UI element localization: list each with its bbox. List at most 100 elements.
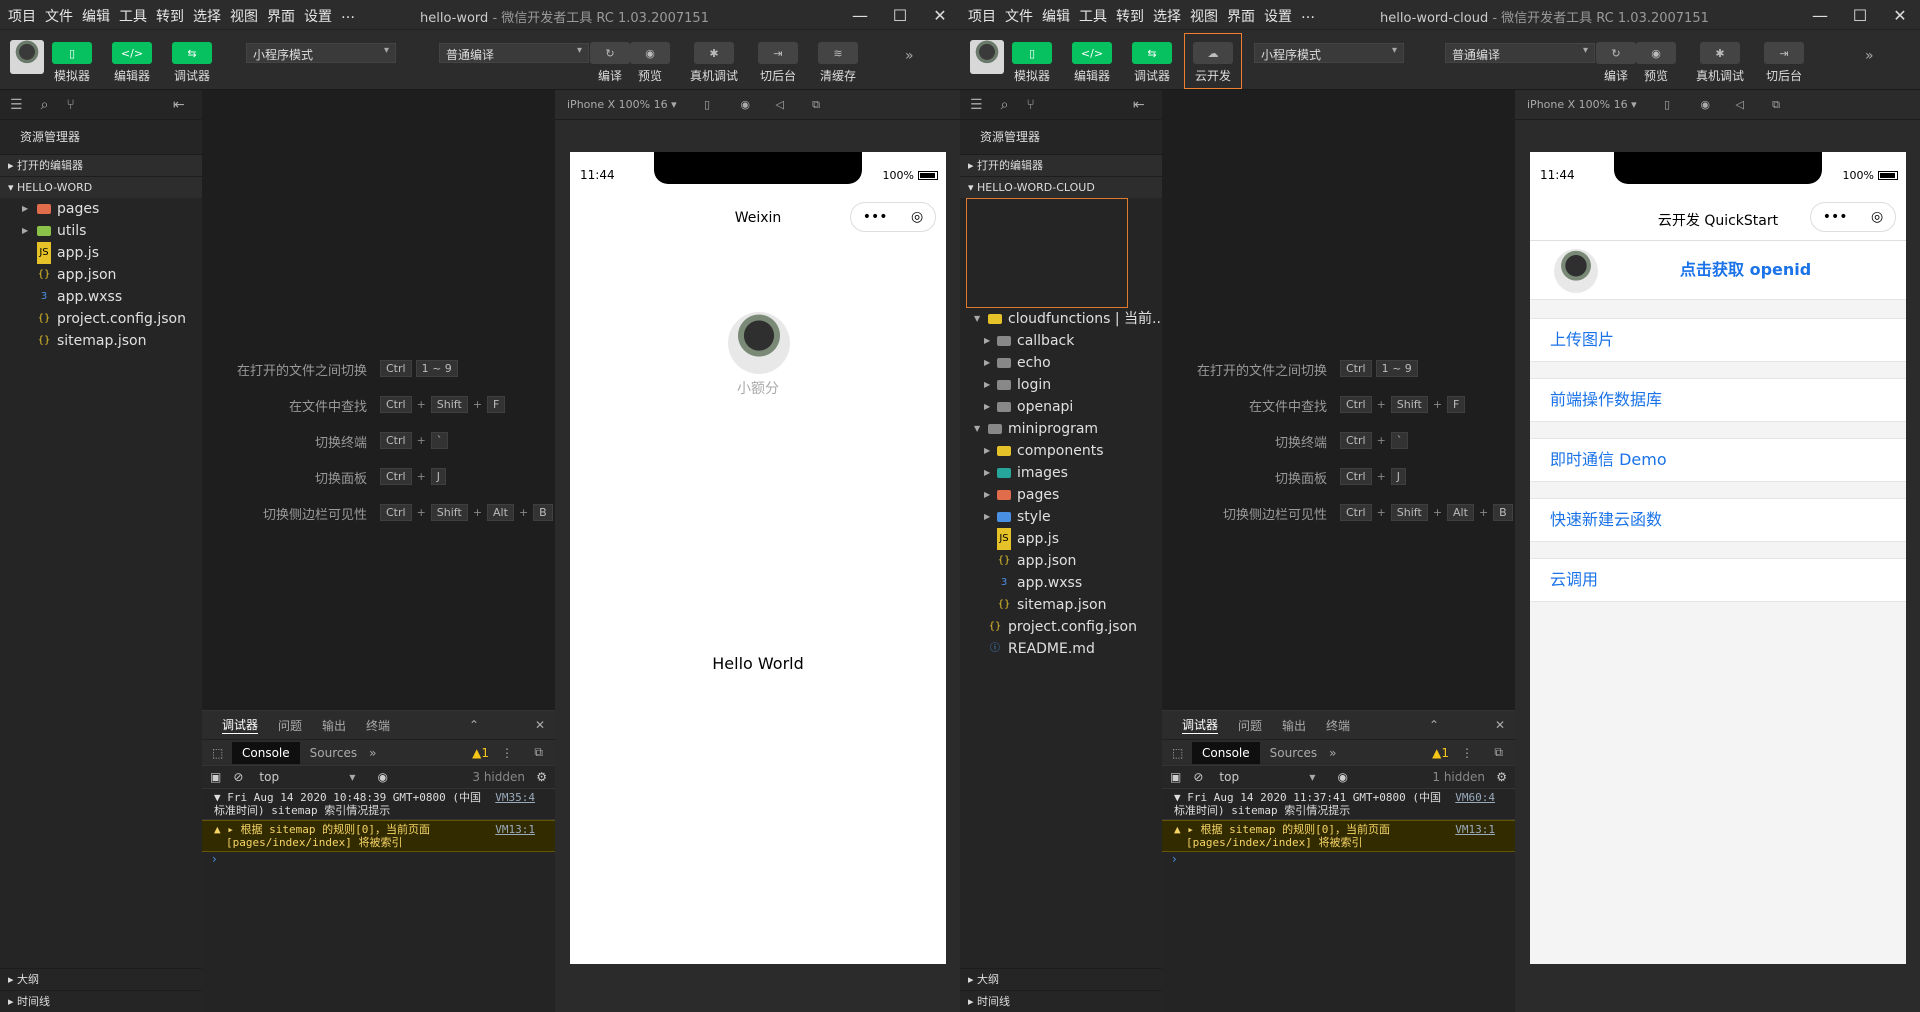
kebab-icon[interactable]: ⋮ — [1461, 746, 1473, 760]
menu-more[interactable]: … — [341, 6, 355, 26]
user-avatar[interactable] — [728, 312, 790, 374]
menu-tools[interactable]: 工具 — [119, 6, 147, 26]
branch-icon[interactable]: ⑂ — [1026, 97, 1034, 113]
mode-select[interactable]: 小程序模式 — [246, 43, 396, 63]
warning-count[interactable]: ▲1 — [1432, 746, 1449, 760]
more-tabs-icon[interactable]: » — [1329, 746, 1336, 760]
tree-item-readme[interactable]: ⓘ README.md — [960, 638, 1162, 660]
record-icon[interactable]: ◉ — [740, 98, 750, 111]
menu-project[interactable]: 项目 — [8, 6, 36, 26]
remote-debug-button[interactable]: ✱ 真机调试 — [1696, 42, 1744, 84]
tree-item-app-json[interactable]: {} app.json — [0, 264, 202, 286]
user-avatar[interactable] — [970, 40, 1004, 74]
tree-item-callback[interactable]: ▶ callback — [960, 330, 1162, 352]
editor-button[interactable]: </> 编辑器 — [1072, 42, 1112, 84]
tab-console[interactable]: Console — [1192, 741, 1260, 764]
branch-icon[interactable]: ⑂ — [66, 97, 74, 113]
search-icon[interactable]: ⌕ — [1001, 97, 1009, 113]
tree-item-app-js[interactable]: JS app.js — [960, 528, 1162, 550]
close-icon[interactable]: ✕ — [1880, 0, 1920, 30]
more-icon[interactable]: » — [905, 48, 914, 64]
tab-sources[interactable]: Sources — [1270, 746, 1317, 760]
background-button[interactable]: ⇥ 切后台 — [758, 42, 798, 84]
clear-cache-button[interactable]: ≋ 清缓存 — [818, 42, 858, 84]
menu-tools[interactable]: 工具 — [1079, 6, 1107, 26]
open-editors-section[interactable]: ▸ 打开的编辑器 — [0, 154, 202, 176]
tab-terminal[interactable]: 终端 — [366, 717, 390, 734]
list-icon[interactable]: ☰ — [10, 97, 23, 113]
simulator-button[interactable]: ▯ 模拟器 — [1012, 42, 1052, 84]
menu-item-database[interactable]: 前端操作数据库 — [1530, 378, 1906, 422]
undock-icon[interactable]: ⧉ — [534, 745, 543, 760]
kebab-icon[interactable]: ⋮ — [501, 746, 513, 760]
inspect-icon[interactable]: ⬚ — [1172, 746, 1183, 760]
menu-select[interactable]: 选择 — [193, 6, 221, 26]
timeline-section[interactable]: ▸ 时间线 — [0, 990, 202, 1012]
tree-item-cloudfunctions[interactable]: ▼ cloudfunctions | 当前... — [960, 308, 1165, 330]
tree-item-pages[interactable]: ▶ pages — [960, 484, 1162, 506]
outline-section[interactable]: ▸ 大纲 — [0, 968, 202, 990]
close-icon[interactable]: ✕ — [920, 0, 960, 30]
console-prompt[interactable]: › — [202, 852, 555, 866]
context-select[interactable]: top — [259, 770, 349, 784]
tree-item-app-json[interactable]: {} app.json — [960, 550, 1162, 572]
timeline-section[interactable]: ▸ 时间线 — [960, 990, 1162, 1012]
tab-problems[interactable]: 问题 — [278, 717, 302, 734]
chevron-up-icon[interactable]: ⌃ — [1429, 718, 1439, 732]
tree-item-pages[interactable]: ▶ pages — [0, 198, 202, 220]
tree-item-project-config[interactable]: {} project.config.json — [960, 616, 1162, 638]
close-icon[interactable]: ✕ — [535, 718, 545, 732]
more-icon[interactable]: » — [1865, 48, 1874, 64]
maximize-icon[interactable]: ☐ — [880, 0, 920, 30]
inspect-icon[interactable]: ⬚ — [212, 746, 223, 760]
tab-problems[interactable]: 问题 — [1238, 717, 1262, 734]
menu-goto[interactable]: 转到 — [1116, 6, 1144, 26]
minimize-icon[interactable]: — — [840, 0, 880, 30]
source-link[interactable]: VM35:4 — [495, 791, 535, 804]
outline-section[interactable]: ▸ 大纲 — [960, 968, 1162, 990]
device-select[interactable]: iPhone X 100% 16 ▾ — [1527, 98, 1637, 111]
menu-view[interactable]: 视图 — [230, 6, 258, 26]
close-icon[interactable]: ✕ — [1495, 718, 1505, 732]
project-section[interactable]: ▾ HELLO-WORD — [0, 176, 202, 198]
compile-mode-select[interactable]: 普通编译 — [1445, 43, 1595, 63]
capsule-menu[interactable]: ••• ◎ — [850, 202, 936, 232]
context-select[interactable]: top — [1219, 770, 1309, 784]
source-link[interactable]: VM13:1 — [495, 823, 535, 836]
popout-icon[interactable]: ⧉ — [1772, 98, 1780, 112]
volume-icon[interactable]: ◁ — [1736, 98, 1744, 111]
popout-icon[interactable]: ⧉ — [812, 98, 820, 112]
collapse-icon[interactable]: ⇤ — [173, 97, 185, 113]
tree-item-project-config[interactable]: {} project.config.json — [0, 308, 202, 330]
tree-item-sitemap[interactable]: {} sitemap.json — [0, 330, 202, 352]
menu-more[interactable]: … — [1301, 6, 1315, 26]
menu-edit[interactable]: 编辑 — [1042, 6, 1070, 26]
project-section[interactable]: ▾ HELLO-WORD-CLOUD — [960, 176, 1162, 198]
menu-item-upload[interactable]: 上传图片 — [1530, 318, 1906, 362]
menu-item-im-demo[interactable]: 即时通信 Demo — [1530, 438, 1906, 482]
clear-console-icon[interactable]: ⊘ — [233, 770, 243, 784]
tab-output[interactable]: 输出 — [1282, 717, 1306, 734]
source-link[interactable]: VM60:4 — [1455, 791, 1495, 804]
tree-item-app-wxss[interactable]: 3 app.wxss — [960, 572, 1162, 594]
device-select[interactable]: iPhone X 100% 16 ▾ — [567, 98, 677, 111]
menu-goto[interactable]: 转到 — [156, 6, 184, 26]
mode-select[interactable]: 小程序模式 — [1254, 43, 1404, 63]
record-icon[interactable]: ◉ — [1700, 98, 1710, 111]
user-avatar[interactable] — [10, 40, 44, 74]
menu-interface[interactable]: 界面 — [1227, 6, 1255, 26]
menu-interface[interactable]: 界面 — [267, 6, 295, 26]
tree-item-images[interactable]: ▶ images — [960, 462, 1162, 484]
cloud-dev-button[interactable]: ☁ 云开发 — [1193, 42, 1233, 84]
phone-icon[interactable]: ▯ — [1664, 98, 1670, 111]
tab-sources[interactable]: Sources — [310, 746, 357, 760]
menu-item-cloud-call[interactable]: 云调用 — [1530, 558, 1906, 602]
menu-settings[interactable]: 设置 — [304, 6, 332, 26]
tree-item-openapi[interactable]: ▶ openapi — [960, 396, 1162, 418]
eye-icon[interactable]: ◉ — [377, 770, 387, 784]
openid-button[interactable]: 点击获取 openid — [1680, 241, 1811, 299]
tree-item-login[interactable]: ▶ login — [960, 374, 1162, 396]
warning-count[interactable]: ▲1 — [472, 746, 489, 760]
eye-icon[interactable]: ◉ — [1337, 770, 1347, 784]
background-button[interactable]: ⇥ 切后台 — [1764, 42, 1804, 84]
